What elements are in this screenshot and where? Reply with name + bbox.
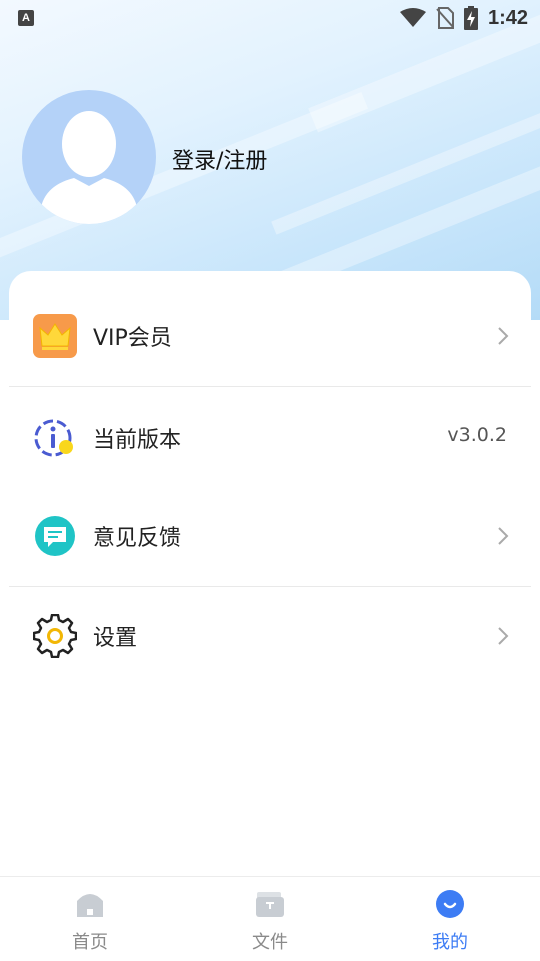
version-value: v3.0.2 — [447, 424, 507, 446]
menu-item-feedback[interactable]: 意见反馈 — [9, 486, 531, 586]
chevron-right-icon — [498, 527, 509, 545]
chevron-right-icon — [498, 627, 509, 645]
profile-icon — [436, 890, 464, 918]
status-bar: A 1:42 — [0, 0, 540, 36]
divider — [9, 386, 531, 387]
nav-label: 我的 — [432, 932, 468, 953]
menu-item-label: 设置 — [93, 626, 138, 651]
crown-icon — [33, 314, 77, 358]
menu-item-label: VIP会员 — [93, 326, 172, 351]
feedback-icon — [35, 516, 75, 556]
info-icon — [34, 419, 73, 457]
avatar[interactable] — [22, 90, 156, 224]
clock: 1:42 — [487, 6, 528, 29]
app-notification-icon: A — [18, 10, 34, 26]
home-icon — [77, 894, 103, 917]
default-avatar-icon — [40, 111, 138, 224]
bottom-navigation: 首页 文件 我的 — [0, 876, 540, 961]
wifi-icon — [399, 8, 426, 27]
nav-item-mine[interactable]: 我的 — [360, 877, 540, 961]
nav-item-home[interactable]: 首页 — [0, 877, 180, 961]
menu-item-label: 意见反馈 — [93, 526, 182, 551]
no-sim-icon — [436, 7, 454, 29]
chevron-right-icon — [498, 327, 509, 345]
menu-item-label: 当前版本 — [93, 428, 182, 453]
login-register-link[interactable]: 登录/注册 — [172, 143, 267, 175]
menu-item-version[interactable]: 当前版本 v3.0.2 — [9, 388, 531, 488]
menu-item-settings[interactable]: 设置 — [9, 586, 531, 686]
folder-icon — [256, 892, 284, 917]
gear-icon — [33, 614, 77, 658]
nav-item-files[interactable]: 文件 — [180, 877, 360, 961]
menu-item-vip[interactable]: VIP会员 — [9, 286, 531, 386]
nav-label: 文件 — [252, 932, 288, 953]
nav-label: 首页 — [72, 932, 108, 953]
battery-charging-icon — [463, 6, 478, 30]
